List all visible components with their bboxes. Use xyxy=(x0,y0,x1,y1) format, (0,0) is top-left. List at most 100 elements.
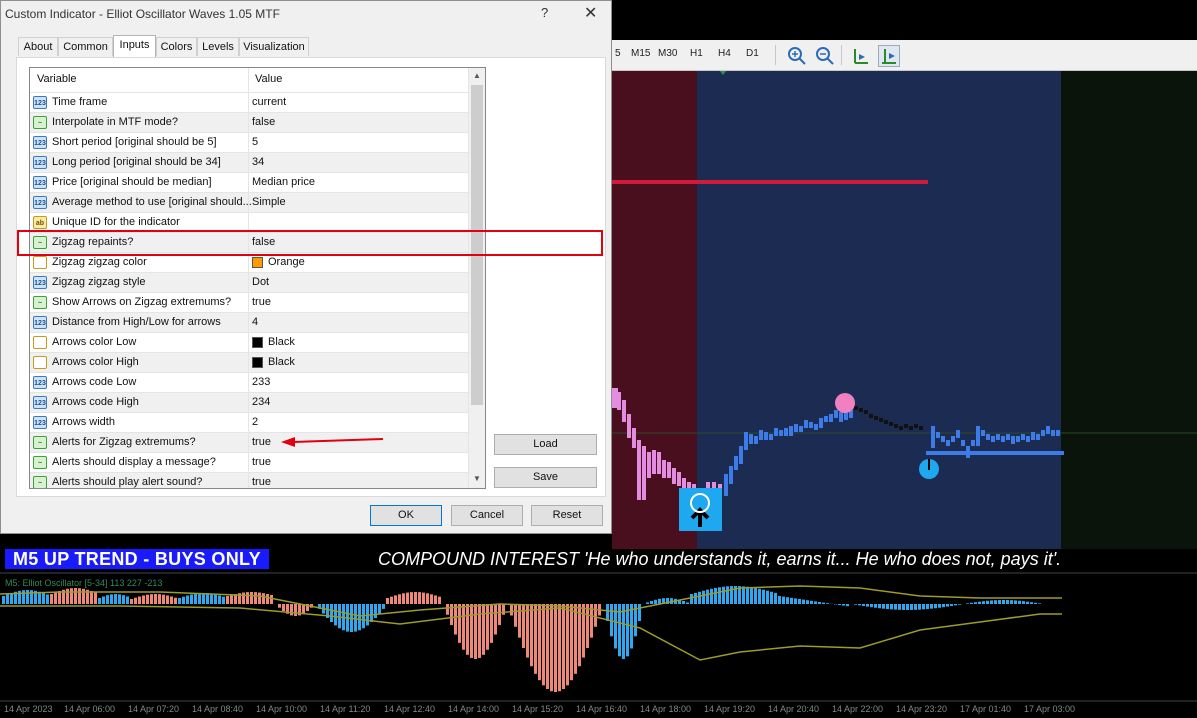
input-row[interactable]: ~ Alerts should play alert sound? true xyxy=(30,473,468,488)
bullish-candle xyxy=(931,426,935,448)
grid-scrollbar[interactable]: ▲ ▼ xyxy=(468,68,485,488)
timeframe-m15[interactable]: M15 xyxy=(631,48,650,59)
scroll-up-icon[interactable]: ▲ xyxy=(473,71,481,80)
variable-value[interactable]: 4 xyxy=(252,316,258,328)
input-row[interactable]: ~ Alerts should display a message? true xyxy=(30,453,468,473)
tab-visualization[interactable]: Visualization xyxy=(239,37,309,56)
histogram-bar xyxy=(70,588,73,604)
bearish-candle xyxy=(667,462,671,478)
histogram-bar xyxy=(382,604,385,609)
input-row[interactable]: 123 Long period [original should be 34] 34 xyxy=(30,153,468,173)
input-row[interactable]: 123 Distance from High/Low for arrows 4 xyxy=(30,313,468,333)
tab-common[interactable]: Common xyxy=(58,37,113,56)
timeframe-h1[interactable]: H1 xyxy=(690,48,703,59)
column-header-variable[interactable]: Variable xyxy=(37,73,77,85)
dark-zone xyxy=(1061,70,1197,549)
input-row[interactable]: 123 Zigzag zigzag style Dot xyxy=(30,273,468,293)
histogram-bar xyxy=(706,589,709,604)
histogram-bar xyxy=(990,600,993,604)
histogram-bar xyxy=(758,588,761,604)
zoom-in-icon[interactable] xyxy=(786,45,808,67)
scroll-down-icon[interactable]: ▼ xyxy=(473,474,481,483)
timeframe-m5[interactable]: 5 xyxy=(615,48,621,59)
variable-value[interactable]: 234 xyxy=(252,396,270,408)
histogram-bar xyxy=(894,604,897,610)
histogram-bar xyxy=(110,594,113,604)
variable-value[interactable]: Simple xyxy=(252,196,286,208)
time-label: 14 Apr 08:40 xyxy=(192,704,244,714)
chart-shift-icon[interactable] xyxy=(850,45,872,67)
histogram-bar xyxy=(750,587,753,604)
histogram-bar xyxy=(378,604,381,614)
histogram-bar xyxy=(186,595,189,604)
close-icon[interactable]: ✕ xyxy=(584,3,597,23)
num-param-icon: 123 xyxy=(33,176,47,189)
autoscroll-icon[interactable] xyxy=(878,45,900,67)
reset-button[interactable]: Reset xyxy=(531,505,603,526)
histogram-bar xyxy=(874,604,877,608)
input-row[interactable]: 123 Arrows code High 234 xyxy=(30,393,468,413)
variable-value[interactable]: true xyxy=(252,436,271,448)
variable-value[interactable]: true xyxy=(252,296,271,308)
load-button[interactable]: Load xyxy=(494,434,597,455)
variable-value[interactable]: 34 xyxy=(252,156,264,168)
save-button[interactable]: Save xyxy=(494,467,597,488)
help-icon[interactable]: ? xyxy=(541,5,548,20)
variable-value[interactable]: Median price xyxy=(252,176,315,188)
variable-value[interactable]: current xyxy=(252,96,286,108)
variable-value[interactable]: Orange xyxy=(268,256,305,268)
timeframe-d1[interactable]: D1 xyxy=(746,48,759,59)
histogram-bar xyxy=(810,600,813,604)
input-row[interactable]: 123 Arrows width 2 xyxy=(30,413,468,433)
zigzag-high-marker xyxy=(835,393,855,413)
column-header-value[interactable]: Value xyxy=(255,73,282,85)
input-row[interactable]: Arrows color Low Black xyxy=(30,333,468,353)
variable-value[interactable]: true xyxy=(252,456,271,468)
custom-indicator-dialog: Custom Indicator - Elliot Oscillator Wav… xyxy=(0,0,612,534)
histogram-bar xyxy=(550,604,553,692)
tab-inputs[interactable]: Inputs xyxy=(113,35,156,57)
num-param-icon: 123 xyxy=(33,316,47,329)
variable-value[interactable]: Black xyxy=(268,336,295,348)
histogram-bar xyxy=(526,604,529,658)
zoom-out-icon[interactable] xyxy=(814,45,836,67)
input-row[interactable]: ~ Interpolate in MTF mode? false xyxy=(30,113,468,133)
bool-param-icon: ~ xyxy=(33,456,47,469)
variable-value[interactable]: 233 xyxy=(252,376,270,388)
ok-button[interactable]: OK xyxy=(370,505,442,526)
histogram-bar xyxy=(842,604,845,606)
num-param-icon: 123 xyxy=(33,396,47,409)
tab-levels[interactable]: Levels xyxy=(197,37,239,56)
histogram-bar xyxy=(118,594,121,604)
variable-value[interactable]: true xyxy=(252,476,271,488)
tab-colors[interactable]: Colors xyxy=(156,37,197,56)
inputs-grid[interactable]: Variable Value 123 Time frame current ~ Inte… xyxy=(29,67,486,489)
input-row[interactable]: 123 Price [original should be median] Medi… xyxy=(30,173,468,193)
bullish-candle xyxy=(986,434,990,440)
input-row[interactable]: 123 Short period [original should be 5] 5 xyxy=(30,133,468,153)
variable-value[interactable]: Black xyxy=(268,356,295,368)
input-row[interactable]: Zigzag zigzag color Orange xyxy=(30,253,468,273)
histogram-bar xyxy=(222,596,225,604)
input-row[interactable]: 123 Average method to use [original shoul… xyxy=(30,193,468,213)
cancel-button[interactable]: Cancel xyxy=(451,505,523,526)
time-label: 14 Apr 23:20 xyxy=(896,704,948,714)
input-row[interactable]: ~ Show Arrows on Zigzag extremums? true xyxy=(30,293,468,313)
bullish-candle xyxy=(814,424,818,430)
num-param-icon: 123 xyxy=(33,156,47,169)
variable-value[interactable]: 2 xyxy=(252,416,258,428)
input-row[interactable]: 123 Arrows code Low 233 xyxy=(30,373,468,393)
input-row[interactable]: 123 Time frame current xyxy=(30,93,468,113)
variable-value[interactable]: 5 xyxy=(252,136,258,148)
tab-about[interactable]: About xyxy=(18,37,58,56)
timeframe-m30[interactable]: M30 xyxy=(658,48,677,59)
variable-value[interactable]: false xyxy=(252,116,275,128)
input-row[interactable]: Arrows color High Black xyxy=(30,353,468,373)
input-row[interactable]: ~ Alerts for Zigzag extremums? true xyxy=(30,433,468,453)
histogram-bar xyxy=(1026,601,1029,604)
bullish-candle xyxy=(1026,436,1030,442)
histogram-bar xyxy=(722,586,725,604)
timeframe-h4[interactable]: H4 xyxy=(718,48,731,59)
histogram-bar xyxy=(390,596,393,604)
variable-value[interactable]: Dot xyxy=(252,276,269,288)
